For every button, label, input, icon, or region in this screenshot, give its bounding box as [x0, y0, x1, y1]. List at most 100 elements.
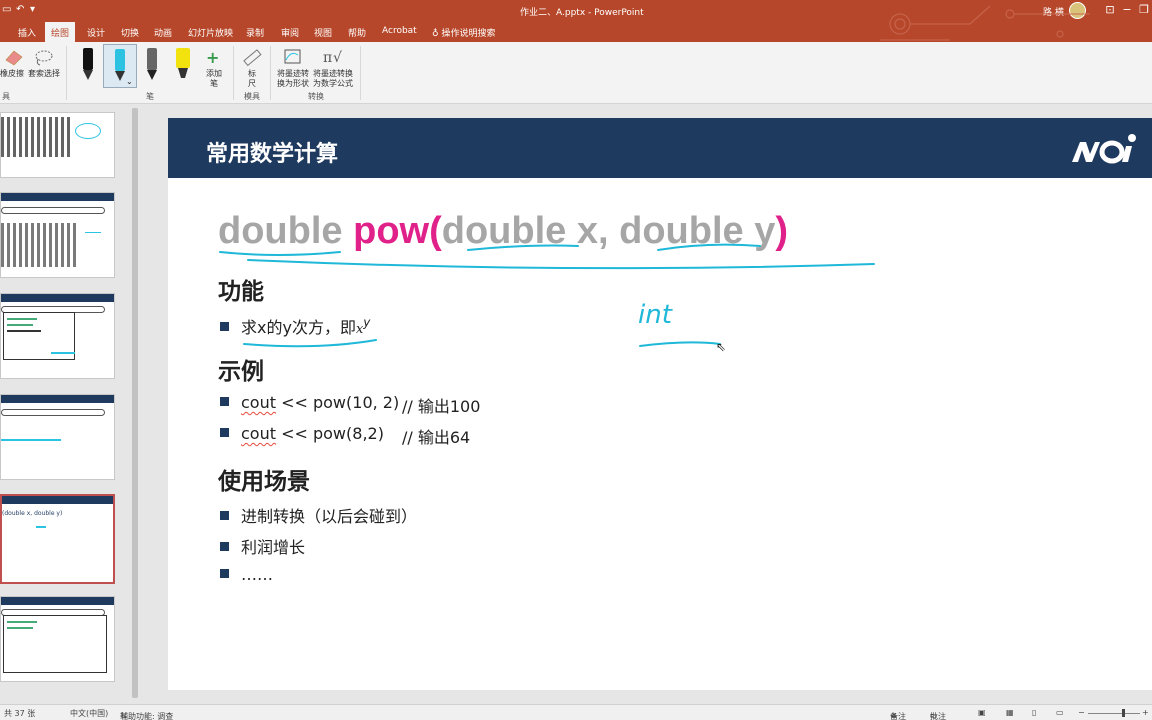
svg-text:π: π	[323, 50, 332, 66]
document-title: 作业二、A.pptx - PowerPoint	[520, 8, 644, 18]
slide-thumbnail-pane: (double x, double y)	[0, 104, 142, 704]
tab-slideshow[interactable]: 幻灯片放映	[188, 26, 233, 39]
eraser-button[interactable]: 橡皮擦	[0, 69, 24, 79]
tab-review[interactable]: 审阅	[281, 26, 299, 39]
formula-exponent: y	[363, 315, 371, 330]
tools-group-label: 具	[2, 92, 10, 101]
code-cout: cout	[241, 424, 276, 443]
code-cout: cout	[241, 393, 276, 412]
ruler-button[interactable]: 标尺	[246, 69, 258, 89]
title-bar: ▭ ↶ ▾ 作业二、A.pptx - PowerPoint 路 横 ⊡ − ❐	[0, 0, 1152, 22]
svg-text:√: √	[333, 50, 342, 66]
tab-transitions[interactable]: 切换	[121, 26, 139, 39]
comments-label: 批注	[930, 712, 946, 720]
tab-record[interactable]: 录制	[246, 26, 264, 39]
restore-icon[interactable]: ❐	[1137, 3, 1151, 17]
code-expression: << pow(8,2)	[276, 424, 384, 443]
notes-label: 备注	[890, 712, 906, 720]
tell-me-label: 操作说明搜索	[441, 29, 496, 39]
black-pen-icon[interactable]	[78, 46, 98, 82]
status-bar: 共 37 张 中文(中国) ♿ 辅助功能: 调查 ≡ 备注 ▭ 批注 ▣ ▦ ▯…	[0, 704, 1152, 720]
reading-view-icon[interactable]: ▯	[1032, 708, 1036, 717]
ribbon-display-icon[interactable]: ⊡	[1103, 3, 1117, 17]
ink-note: int	[638, 300, 672, 330]
function-bullet: 求x的y次方，即xy	[220, 314, 370, 338]
customize-icon[interactable]: ▾	[30, 4, 35, 15]
section-example-heading: 示例	[218, 359, 264, 385]
ink-to-shape-button[interactable]: 将墨迹转换为形状	[276, 69, 310, 89]
slide-thumbnail[interactable]	[0, 293, 115, 379]
section-usage-heading: 使用场景	[218, 469, 310, 495]
tab-view[interactable]: 视图	[314, 26, 332, 39]
code-comment: // 输出64	[402, 428, 471, 447]
slide-thumbnail[interactable]	[0, 596, 115, 682]
ink-to-shape-icon	[284, 49, 301, 64]
selected-pen-frame[interactable]: ⌄	[103, 44, 137, 88]
tab-animations[interactable]: 动画	[154, 26, 172, 39]
divider	[360, 46, 361, 100]
example-bullet-1: cout << pow(10, 2) // 输出100	[220, 393, 480, 416]
example-bullet-2: cout << pow(8,2) // 输出64	[220, 424, 470, 447]
language-indicator[interactable]: 中文(中国)	[70, 708, 108, 719]
bullet-icon	[220, 397, 229, 406]
usage-text: 进制转换（以后会碰到）	[241, 507, 418, 526]
minimize-icon[interactable]: −	[1120, 3, 1134, 17]
code-comment: // 输出100	[402, 397, 481, 416]
usage-text: ……	[241, 565, 273, 584]
tab-draw[interactable]: 绘图	[45, 22, 76, 42]
plus-icon: +	[206, 48, 220, 67]
bullet-icon	[220, 511, 229, 520]
eraser-icon	[5, 50, 23, 66]
bullet-icon	[220, 322, 229, 331]
bullet-icon	[220, 569, 229, 578]
slide-canvas[interactable]: 常用数学计算 double pow(double x, double y) in…	[168, 118, 1152, 690]
thumbnail-scrollbar[interactable]	[131, 104, 139, 704]
ink-to-math-icon: π √	[323, 50, 342, 66]
normal-view-icon[interactable]: ▣	[978, 708, 986, 717]
tab-design[interactable]: 设计	[87, 26, 105, 39]
convert-group-label: 转换	[308, 92, 324, 101]
highlighter-icon[interactable]	[172, 46, 194, 82]
tab-help[interactable]: 帮助	[348, 26, 366, 39]
zoom-slider-thumb[interactable]	[1122, 709, 1125, 717]
pens-group-label: 笔	[146, 92, 154, 101]
tab-insert[interactable]: 插入	[18, 26, 36, 39]
slide-thumbnail[interactable]	[0, 112, 115, 178]
usage-text: 利润增长	[241, 538, 306, 557]
usage-bullet-1: 进制转换（以后会碰到）	[220, 503, 417, 527]
mouse-cursor-icon: ⇖	[716, 340, 727, 354]
accessibility-label: 辅助功能: 调查	[120, 712, 174, 720]
zoom-slider[interactable]	[1088, 713, 1140, 714]
ink-to-math-button[interactable]: 将墨迹转换为数学公式	[311, 69, 355, 89]
bullet-icon	[220, 428, 229, 437]
slide-thumbnail[interactable]	[0, 192, 115, 278]
slide-count: 共 37 张	[4, 709, 36, 718]
gray-pen-icon[interactable]	[142, 46, 162, 82]
avatar[interactable]	[1069, 2, 1086, 19]
tell-me-search[interactable]: ♁ 操作说明搜索	[432, 26, 495, 39]
section-function-heading: 功能	[218, 279, 264, 305]
tab-acrobat[interactable]: Acrobat	[382, 26, 417, 36]
function-description: 求x的y次方，即	[241, 318, 356, 337]
slide-sorter-icon[interactable]: ▦	[1006, 708, 1014, 717]
slide-thumbnail[interactable]	[0, 394, 115, 480]
lightbulb-icon: ♁	[432, 29, 439, 39]
lasso-select-button[interactable]: 套索选择	[28, 69, 60, 79]
undo-icon[interactable]: ↶	[16, 4, 24, 15]
stencils-group-label: 模具	[244, 92, 260, 101]
chevron-down-icon[interactable]: ⌄	[126, 77, 133, 86]
divider	[66, 46, 67, 100]
user-name[interactable]: 路 横	[1043, 5, 1064, 18]
ribbon: 橡皮擦 套索选择 具 ⌄ + 添加笔 笔 标尺 模具 将墨迹转换为形状 π √ …	[0, 42, 1152, 104]
save-icon[interactable]: ▭	[2, 4, 11, 15]
usage-bullet-2: 利润增长	[220, 534, 305, 558]
zoom-out-icon[interactable]: −	[1078, 708, 1085, 717]
add-pen-button[interactable]: 添加笔	[204, 69, 224, 89]
zoom-in-icon[interactable]: +	[1142, 708, 1149, 717]
usage-bullet-3: ……	[220, 565, 273, 584]
bullet-icon	[220, 542, 229, 551]
lasso-icon	[35, 50, 53, 66]
slideshow-icon[interactable]: ▭	[1056, 708, 1064, 717]
slide-thumbnail-selected[interactable]: (double x, double y)	[0, 494, 115, 584]
ribbon-tabs: 插入 绘图 设计 切换 动画 幻灯片放映 录制 审阅 视图 帮助 Acrobat…	[0, 22, 1152, 42]
